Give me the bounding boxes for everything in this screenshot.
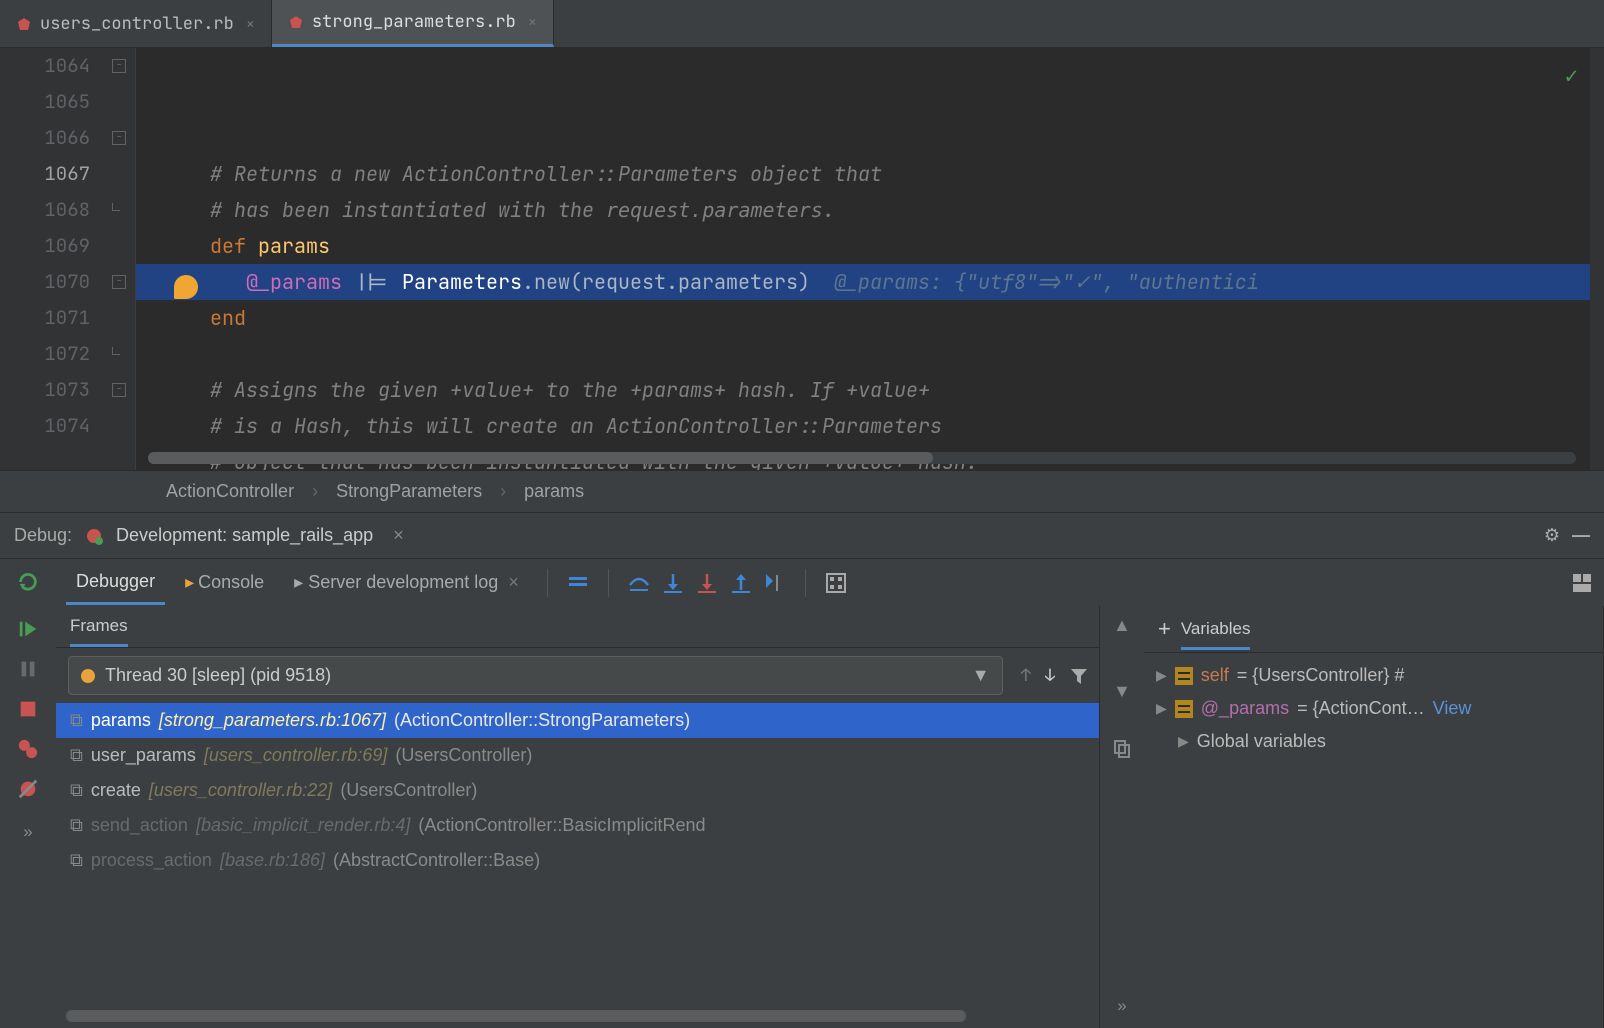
debug-body: » Frames Thread 30 [sleep] (pid 9518) ▼ …: [0, 606, 1604, 1028]
close-icon[interactable]: ×: [393, 525, 404, 546]
view-breakpoints-icon[interactable]: [17, 738, 39, 760]
frame-row[interactable]: ⧉ user_params [users_controller.rb:69] (…: [56, 738, 1099, 773]
filter-icon[interactable]: [1069, 666, 1089, 686]
frames-header: Frames: [70, 616, 128, 647]
more-icon[interactable]: »: [13, 818, 42, 846]
pause-icon[interactable]: [17, 658, 39, 680]
debug-tool-window-header: Debug: Development: sample_rails_app × ⚙…: [0, 512, 1604, 558]
add-watch-icon[interactable]: +: [1158, 616, 1171, 642]
scroll-down-icon[interactable]: ▼: [1117, 682, 1127, 704]
horizontal-scrollbar[interactable]: [148, 452, 1576, 464]
force-step-into-icon[interactable]: [695, 571, 719, 595]
tab-label: users_controller.rb: [40, 13, 234, 35]
thread-status-icon: [81, 669, 95, 683]
debug-side-tools: [0, 559, 56, 606]
debug-run-tools: »: [0, 606, 56, 1028]
frame-row[interactable]: ⧉ params [strong_parameters.rb:1067] (Ac…: [56, 703, 1099, 738]
close-icon[interactable]: ×: [528, 12, 537, 32]
copy-icon[interactable]: [1112, 738, 1132, 758]
stop-icon[interactable]: [17, 698, 39, 720]
run-config-name[interactable]: Development: sample_rails_app: [116, 525, 373, 546]
show-execution-point-icon[interactable]: [566, 571, 590, 595]
editor: 1064106510661067106810691070107110721073…: [0, 48, 1604, 470]
close-icon[interactable]: ×: [246, 14, 255, 34]
ruby-file-icon: [288, 14, 304, 30]
mute-breakpoints-icon[interactable]: [17, 778, 39, 800]
debug-label: Debug:: [14, 525, 72, 546]
variable-tree[interactable]: ▶ self = {UsersController} #▶ @_params =…: [1144, 653, 1603, 764]
variable-row[interactable]: ▶ Global variables: [1148, 725, 1599, 758]
step-over-icon[interactable]: [627, 571, 651, 595]
step-out-icon[interactable]: [729, 571, 753, 595]
layout-settings-icon[interactable]: [1570, 571, 1594, 595]
chevron-down-icon: ▼: [972, 665, 990, 686]
fold-gutter: −−−−: [108, 48, 136, 470]
tab-console[interactable]: ▸Console: [175, 562, 274, 603]
chevron-right-icon: ›: [500, 481, 506, 502]
editor-tab-bar: users_controller.rb × strong_parameters.…: [0, 0, 1604, 48]
breadcrumb-item[interactable]: params: [524, 481, 584, 502]
tab-server-log[interactable]: ▸ Server development log ×: [284, 562, 529, 603]
variables-panel: + Variables ▶ self = {UsersController} #…: [1144, 606, 1604, 1028]
thread-selector[interactable]: Thread 30 [sleep] (pid 9518) ▼: [68, 656, 1003, 695]
thread-name: Thread 30 [sleep] (pid 9518): [105, 665, 331, 686]
resume-icon[interactable]: [17, 618, 39, 640]
run-to-cursor-icon[interactable]: [763, 571, 787, 595]
variables-header: Variables: [1181, 619, 1251, 650]
breadcrumb: ActionController › StrongParameters › pa…: [0, 470, 1604, 512]
gear-icon[interactable]: ⚙: [1544, 525, 1560, 546]
inspection-ok-icon: ✓: [1565, 58, 1578, 94]
tab-strong-parameters[interactable]: strong_parameters.rb ×: [272, 0, 554, 47]
variable-row[interactable]: ▶ @_params = {ActionCont… View: [1148, 692, 1599, 725]
tab-label: strong_parameters.rb: [312, 11, 516, 33]
frame-row[interactable]: ⧉ process_action [base.rb:186] (Abstract…: [56, 843, 1099, 878]
horizontal-scrollbar[interactable]: [66, 1010, 1089, 1022]
minimize-icon[interactable]: —: [1572, 525, 1590, 546]
frame-list[interactable]: ⧉ params [strong_parameters.rb:1067] (Ac…: [56, 703, 1099, 1004]
bug-icon: [84, 526, 104, 546]
tab-debugger[interactable]: Debugger: [66, 561, 165, 605]
chevron-right-icon: ›: [312, 481, 318, 502]
tab-users-controller[interactable]: users_controller.rb ×: [0, 0, 272, 47]
frame-row[interactable]: ⧉ send_action [basic_implicit_render.rb:…: [56, 808, 1099, 843]
frames-panel: Frames Thread 30 [sleep] (pid 9518) ▼ ↑ …: [56, 606, 1100, 1028]
rerun-icon[interactable]: [17, 571, 39, 593]
frames-scroll-tools: ▲ ▼ »: [1100, 606, 1144, 1028]
close-icon[interactable]: ×: [508, 572, 519, 592]
step-into-icon[interactable]: [661, 571, 685, 595]
frame-row[interactable]: ⧉ create [users_controller.rb:22] (Users…: [56, 773, 1099, 808]
code-area[interactable]: ✓ # Returns a new ActionController::Para…: [136, 48, 1590, 470]
next-frame-icon[interactable]: ↓: [1045, 665, 1055, 687]
ruby-file-icon: [16, 16, 32, 32]
breadcrumb-item[interactable]: StrongParameters: [336, 481, 482, 502]
evaluate-expression-icon[interactable]: [824, 571, 848, 595]
scroll-up-icon[interactable]: ▲: [1117, 616, 1127, 638]
more-icon[interactable]: »: [1107, 992, 1136, 1020]
prev-frame-icon[interactable]: ↑: [1021, 665, 1031, 687]
breadcrumb-item[interactable]: ActionController: [166, 481, 294, 502]
variable-row[interactable]: ▶ self = {UsersController} #: [1148, 659, 1599, 692]
line-number-gutter: 1064106510661067106810691070107110721073…: [0, 48, 108, 470]
editor-right-gutter: [1590, 48, 1604, 470]
debug-toolbar: Debugger ▸Console ▸ Server development l…: [0, 558, 1604, 606]
